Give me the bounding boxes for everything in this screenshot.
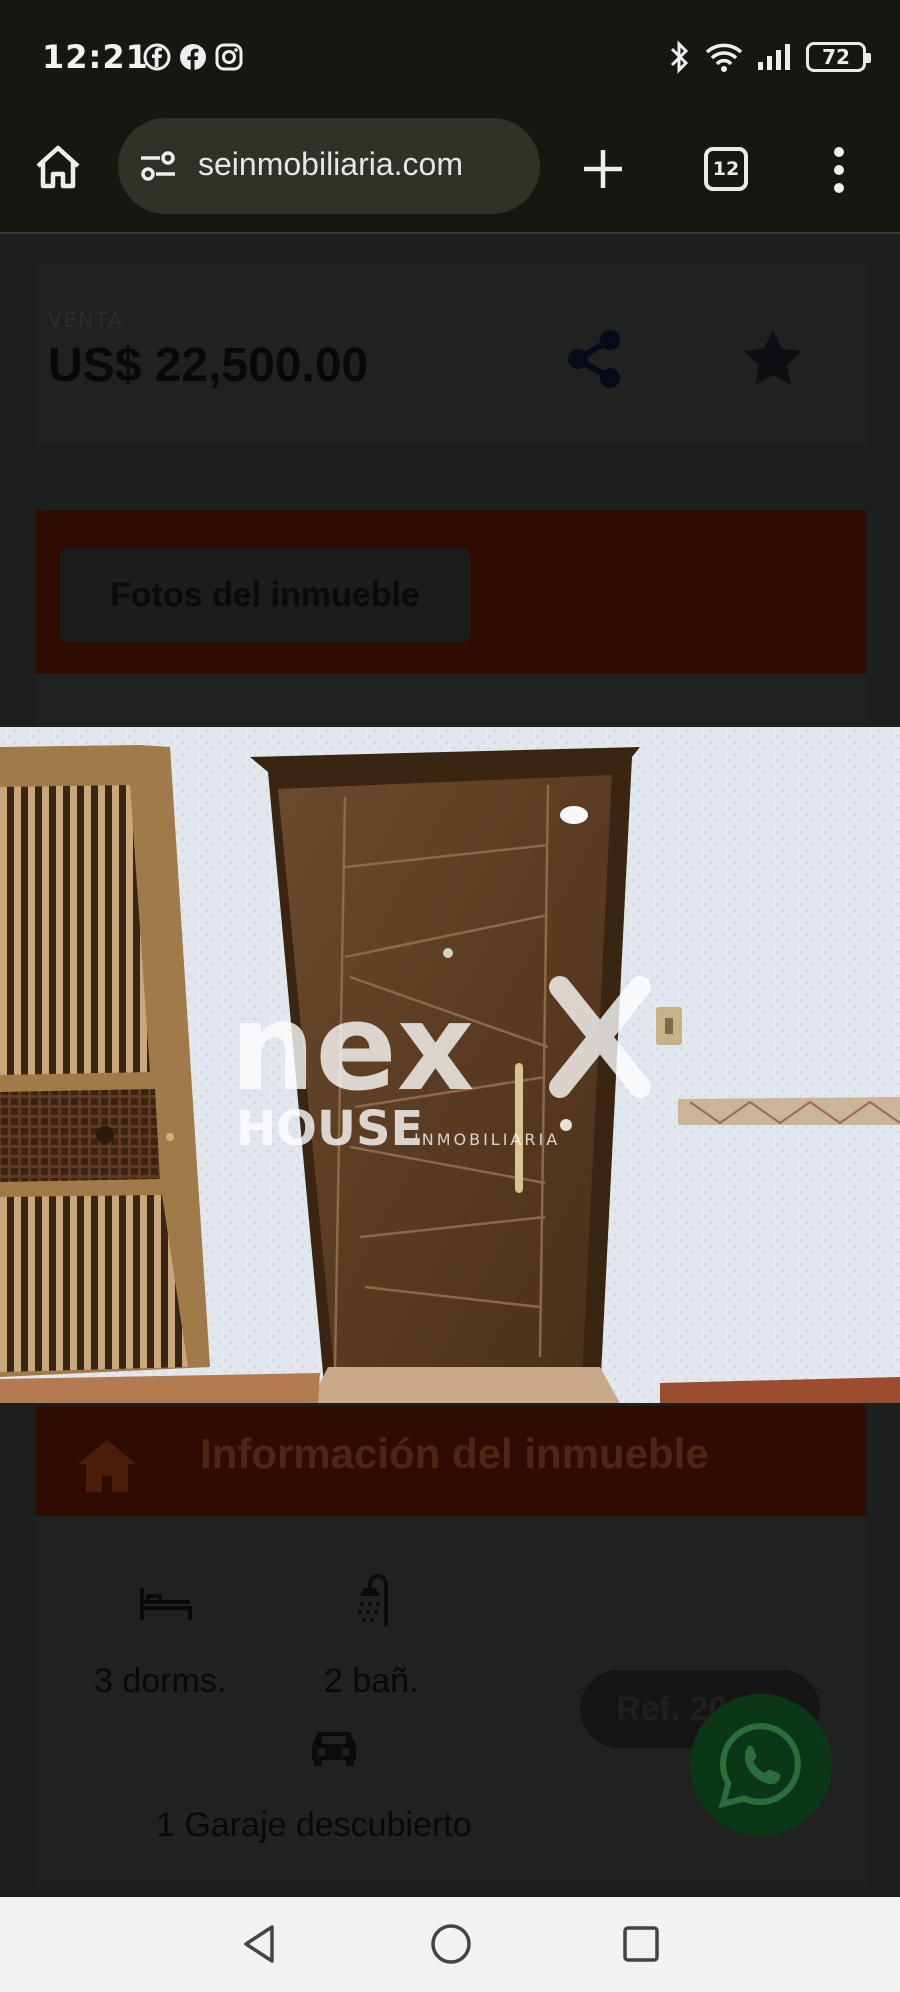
tab-count: 12 <box>712 158 740 180</box>
home-icon[interactable] <box>32 142 84 194</box>
instagram-icon <box>215 43 243 71</box>
back-icon[interactable] <box>236 1919 286 1969</box>
battery-icon: 72 <box>806 42 871 72</box>
door-photo: nex HOUSE INMOBILIARIA <box>0 727 900 1403</box>
bathrooms-value: 2 bañ. <box>324 1662 419 1700</box>
system-icons: 72 <box>666 40 871 74</box>
info-section-title: Información del inmueble <box>200 1430 709 1477</box>
watermark-sub: INMOBILIARIA <box>414 1130 560 1149</box>
wifi-icon <box>705 43 743 72</box>
notification-icons <box>142 42 244 72</box>
site-settings-icon[interactable] <box>138 148 178 184</box>
gallery-container <box>36 674 866 734</box>
browser-toolbar: seinmobiliaria.com 12 <box>0 110 900 234</box>
whatsapp-button[interactable] <box>690 1694 832 1836</box>
clock: 12:21 <box>42 38 149 76</box>
property-photo[interactable]: nex HOUSE INMOBILIARIA <box>0 727 900 1403</box>
watermark-brand: HOUSE <box>236 1101 423 1157</box>
price-type-label: VENTA <box>48 308 124 332</box>
facebook-outline-icon <box>143 43 171 71</box>
signal-icon <box>758 44 790 70</box>
house-icon <box>78 1440 136 1492</box>
status-bar: 12:21 72 <box>0 0 900 110</box>
whatsapp-icon[interactable] <box>714 1718 808 1812</box>
photos-button[interactable]: Fotos del inmueble <box>60 548 470 642</box>
bed-icon <box>140 1588 192 1620</box>
garage-value: 1 Garaje descubierto <box>156 1806 472 1844</box>
home-circle-icon[interactable] <box>426 1919 476 1969</box>
info-section-header: Información del inmueble <box>36 1406 866 1516</box>
tab-switcher-button[interactable]: 12 <box>704 147 748 191</box>
share-icon[interactable] <box>562 326 628 392</box>
system-navigation-bar <box>0 1897 900 1992</box>
bedrooms-value: 3 dorms. <box>94 1662 227 1700</box>
address-bar[interactable]: seinmobiliaria.com <box>118 118 540 214</box>
facebook-icon <box>180 44 206 70</box>
photos-section: Fotos del inmueble <box>36 510 866 674</box>
car-icon <box>312 1732 356 1766</box>
price-value: US$ 22,500.00 <box>48 339 369 392</box>
favorite-star-icon[interactable] <box>740 326 806 392</box>
shower-icon <box>358 1574 388 1626</box>
bluetooth-icon <box>670 40 689 74</box>
url-text[interactable]: seinmobiliaria.com <box>198 146 463 183</box>
watermark-main: nex <box>230 979 474 1118</box>
recents-icon[interactable] <box>616 1919 666 1969</box>
new-tab-icon[interactable] <box>580 146 626 192</box>
more-menu-icon[interactable] <box>832 146 846 194</box>
